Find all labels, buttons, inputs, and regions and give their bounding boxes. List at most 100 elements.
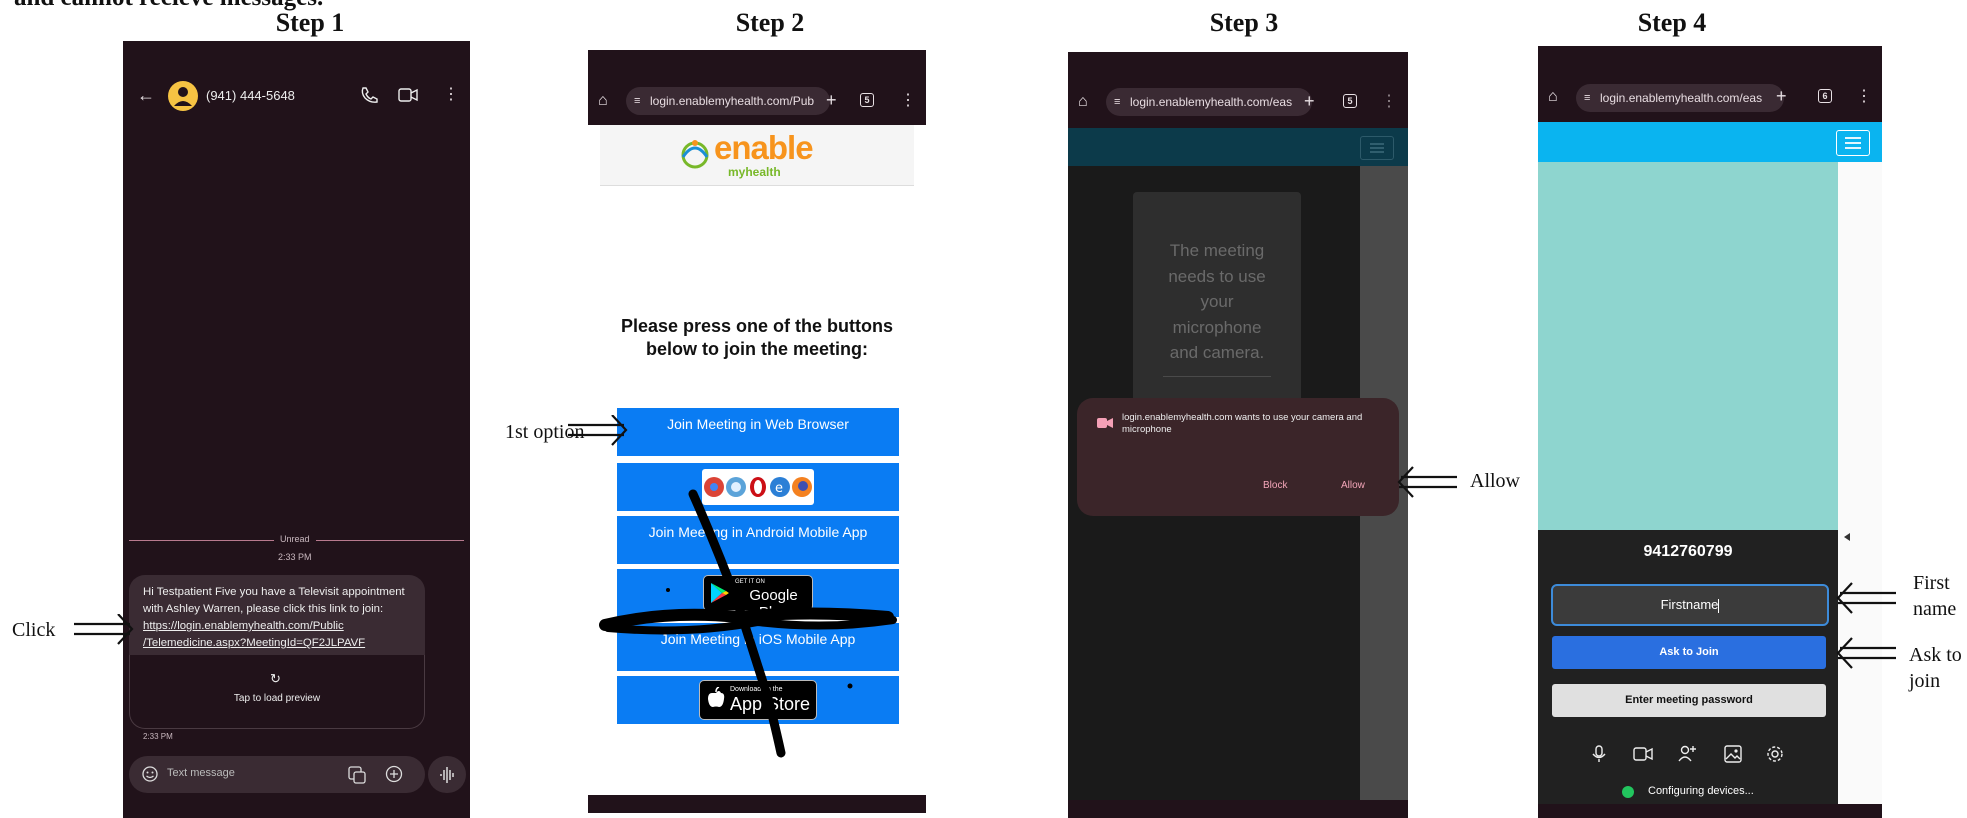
meeting-link-line-1[interactable]: https://login.enablemyhealth.com/Public bbox=[143, 618, 423, 635]
more-vertical-icon[interactable]: ⋮ bbox=[1856, 87, 1872, 107]
step-3-title: Step 3 bbox=[1209, 8, 1279, 37]
allow-button[interactable]: Allow bbox=[1341, 480, 1365, 491]
video-preview bbox=[1538, 162, 1838, 530]
browser-logos-icon: e bbox=[702, 469, 814, 505]
enable-logo-icon bbox=[677, 137, 713, 176]
app-store-small: Download on the bbox=[730, 686, 783, 693]
tab-switcher-icon[interactable]: 6 bbox=[1818, 89, 1832, 103]
card-line-3: your bbox=[1200, 292, 1234, 311]
click-arrow bbox=[74, 614, 134, 646]
step-1-title: Step 1 bbox=[275, 8, 345, 37]
tab-switcher-icon[interactable]: 5 bbox=[1343, 94, 1357, 108]
ask-to-join-arrow bbox=[1836, 636, 1898, 670]
join-web-browser-button[interactable]: Join Meeting in Web Browser bbox=[617, 408, 899, 456]
first-name-value: Firstname bbox=[1660, 597, 1719, 612]
nav-bar bbox=[588, 795, 926, 813]
allow-annotation: Allow bbox=[1470, 470, 1520, 492]
nav-bar bbox=[1068, 800, 1408, 818]
scrollbar-region bbox=[1838, 162, 1882, 818]
browser-toolbar: ⌂ ≡ login.enablemyhealth.com/eas + 5 ⋮ bbox=[1068, 52, 1408, 128]
first-name-annotation: First name bbox=[1913, 570, 1956, 622]
url-text: login.enablemyhealth.com/eas bbox=[1600, 91, 1763, 105]
add-icon[interactable] bbox=[385, 765, 403, 788]
heading-line-2: below to join the meeting: bbox=[646, 339, 868, 359]
new-tab-icon[interactable]: + bbox=[826, 90, 837, 110]
home-icon[interactable]: ⌂ bbox=[1548, 87, 1558, 107]
more-vertical-icon[interactable]: ⋮ bbox=[443, 85, 459, 105]
app-store-badge: Download on the App Store bbox=[699, 680, 817, 720]
block-button[interactable]: Block bbox=[1263, 480, 1287, 491]
allow-arrow bbox=[1397, 465, 1459, 499]
phone-step3-permission: ⌂ ≡ login.enablemyhealth.com/eas + 5 ⋮ Th… bbox=[1068, 52, 1408, 818]
site-header bbox=[1538, 122, 1882, 162]
google-play-button[interactable]: GET IT ON Google Play bbox=[617, 569, 899, 621]
card-line-2: needs to use bbox=[1168, 266, 1266, 286]
more-vertical-icon[interactable]: ⋮ bbox=[900, 91, 916, 111]
scroll-arrow-icon[interactable] bbox=[1844, 533, 1850, 541]
phone-icon[interactable] bbox=[360, 86, 378, 109]
emoji-icon[interactable] bbox=[141, 765, 159, 788]
app-store-button[interactable]: Download on the App Store bbox=[617, 676, 899, 724]
meeting-link-line-2[interactable]: /Telemedicine.aspx?MeetingId=QF2JLPAVF bbox=[143, 635, 423, 652]
new-tab-icon[interactable]: + bbox=[1304, 91, 1315, 111]
permission-card: The meeting needs to use your microphone… bbox=[1133, 192, 1301, 422]
background-image-icon[interactable] bbox=[1724, 745, 1742, 768]
gallery-icon[interactable] bbox=[347, 765, 367, 790]
site-header bbox=[1068, 128, 1408, 166]
camera-icon bbox=[1097, 416, 1113, 434]
url-bar[interactable]: ≡ login.enablemyhealth.com/Pub bbox=[626, 87, 830, 115]
camera-icon[interactable] bbox=[1633, 747, 1653, 766]
url-bar[interactable]: ≡ login.enablemyhealth.com/eas bbox=[1106, 88, 1312, 116]
unread-label: Unread bbox=[274, 534, 316, 544]
contact-number[interactable]: (941) 444-5648 bbox=[206, 88, 295, 103]
microphone-icon[interactable] bbox=[1590, 745, 1608, 768]
text-cursor bbox=[1718, 598, 1720, 613]
card-divider bbox=[1163, 376, 1271, 377]
permission-dialog: login.enablemyhealth.com wants to use yo… bbox=[1077, 398, 1399, 516]
menu-icon[interactable] bbox=[1836, 130, 1870, 156]
nav-bar bbox=[1538, 804, 1882, 818]
menu-icon[interactable] bbox=[1360, 136, 1394, 160]
step-4-title: Step 4 bbox=[1637, 8, 1707, 37]
first-name-input[interactable]: Firstname bbox=[1551, 584, 1829, 626]
more-vertical-icon[interactable]: ⋮ bbox=[1381, 92, 1397, 112]
tab-switcher-icon[interactable]: 5 bbox=[860, 93, 874, 107]
logo-subtext: myhealth bbox=[728, 165, 781, 179]
join-android-app-button[interactable]: Join Meeting in Android Mobile App bbox=[617, 516, 899, 564]
settings-icon[interactable] bbox=[1766, 745, 1784, 768]
link-preview[interactable]: ↻ Tap to load preview bbox=[129, 655, 425, 729]
message-bubble[interactable]: Hi Testpatient Five you have a Televisit… bbox=[129, 575, 425, 729]
join-ios-app-button[interactable]: Join Meeting in iOS Mobile App bbox=[617, 623, 899, 671]
logo-text: enable bbox=[714, 129, 814, 166]
back-arrow-icon[interactable]: ← bbox=[137, 85, 155, 105]
browser-toolbar: ⌂ ≡ login.enablemyhealth.com/eas + 6 ⋮ bbox=[1538, 46, 1882, 122]
ask-to-join-button[interactable]: Ask to Join bbox=[1552, 636, 1826, 669]
ask-to-join-annotation: Ask to join bbox=[1909, 642, 1962, 694]
phone-step1-messages: ← (941) 444-5648 ⋮ Unread 2:33 PM Hi Tes… bbox=[123, 41, 470, 818]
text-message-input[interactable]: Text message bbox=[129, 756, 425, 793]
browser-toolbar: ⌂ ≡ login.enablemyhealth.com/Pub + 5 ⋮ bbox=[588, 50, 926, 125]
join-instructions: Please press one of the buttons below to… bbox=[600, 315, 914, 361]
app-store-label: App Store bbox=[730, 694, 811, 714]
enter-password-button[interactable]: Enter meeting password bbox=[1552, 684, 1826, 717]
first-name-annotation-line-2: name bbox=[1913, 598, 1957, 620]
add-participant-icon[interactable] bbox=[1678, 744, 1698, 767]
message-line-2: with Ashley Warren, please click this li… bbox=[143, 603, 384, 615]
avatar[interactable] bbox=[168, 81, 198, 111]
google-play-label: Google Play bbox=[749, 587, 798, 621]
home-icon[interactable]: ⌂ bbox=[1078, 92, 1088, 112]
home-icon[interactable]: ⌂ bbox=[598, 91, 608, 111]
card-line-5: and camera. bbox=[1169, 343, 1265, 362]
logo-header: enable myhealth bbox=[600, 125, 914, 186]
first-name-arrow bbox=[1836, 581, 1898, 615]
voice-icon[interactable] bbox=[428, 756, 466, 793]
browser-icons-button[interactable]: e bbox=[617, 463, 899, 511]
new-tab-icon[interactable]: + bbox=[1776, 86, 1787, 106]
url-text: login.enablemyhealth.com/eas bbox=[1130, 95, 1293, 109]
step-2-title: Step 2 bbox=[735, 8, 805, 37]
url-bar[interactable]: ≡ login.enablemyhealth.com/eas bbox=[1576, 84, 1784, 112]
refresh-icon: ↻ bbox=[270, 671, 281, 686]
status-dot bbox=[1622, 786, 1634, 798]
video-icon[interactable] bbox=[398, 88, 418, 107]
google-play-small: GET IT ON bbox=[735, 579, 765, 585]
